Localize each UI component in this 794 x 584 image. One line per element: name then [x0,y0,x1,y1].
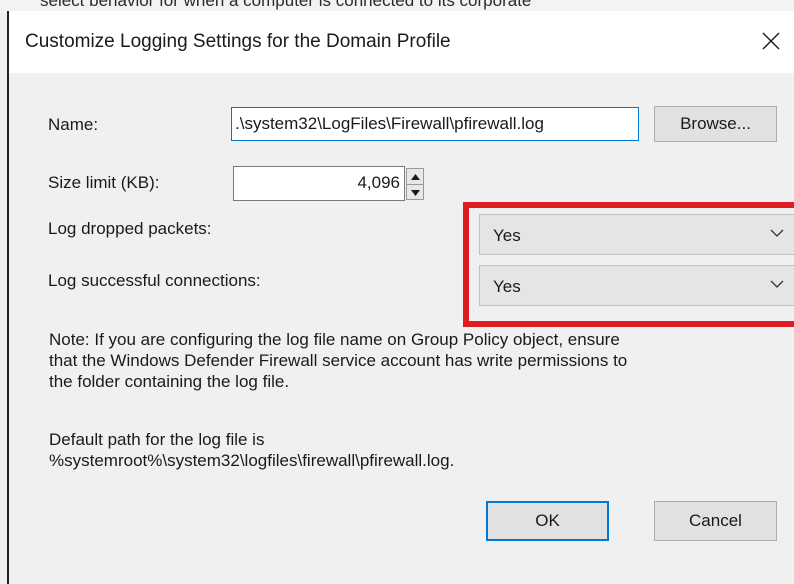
size-limit-stepper[interactable] [406,168,424,200]
ok-button[interactable]: OK [486,501,609,541]
logging-settings-dialog: Customize Logging Settings for the Domai… [7,11,794,584]
screenshot-root: select behavior for when a computer is c… [0,0,794,584]
name-field[interactable]: .\system32\LogFiles\Firewall\pfirewall.l… [231,107,639,141]
default-path-line: Default path for the log file is [49,430,265,449]
browse-button[interactable]: Browse... [654,106,777,142]
note-line: the folder containing the log file. [49,372,290,391]
note-text: Note: If you are configuring the log fil… [49,329,627,392]
highlight-annotation [463,202,794,327]
close-button[interactable] [748,19,794,63]
size-limit-label: Size limit (KB): [48,173,160,192]
title-bar: Customize Logging Settings for the Domai… [9,11,794,73]
note-line: that the Windows Defender Firewall servi… [49,351,628,370]
stepper-up-button[interactable] [407,169,423,184]
stepper-down-button[interactable] [407,184,423,200]
arrow-up-icon [410,173,420,180]
dialog-title: Customize Logging Settings for the Domai… [25,31,451,52]
arrow-down-icon [410,189,420,196]
name-label: Name: [48,115,99,134]
default-path-line: %systemroot%\system32\logfiles\firewall\… [49,451,455,470]
close-icon [762,32,780,50]
size-limit-field[interactable]: 4,096 [233,166,405,201]
cancel-button[interactable]: Cancel [654,501,777,541]
default-path-text: Default path for the log file is %system… [49,429,454,471]
log-successful-label: Log successful connections: [48,271,261,290]
background-window-text: select behavior for when a computer is c… [40,0,532,10]
note-line: Note: If you are configuring the log fil… [49,330,620,349]
log-dropped-label: Log dropped packets: [48,219,212,238]
